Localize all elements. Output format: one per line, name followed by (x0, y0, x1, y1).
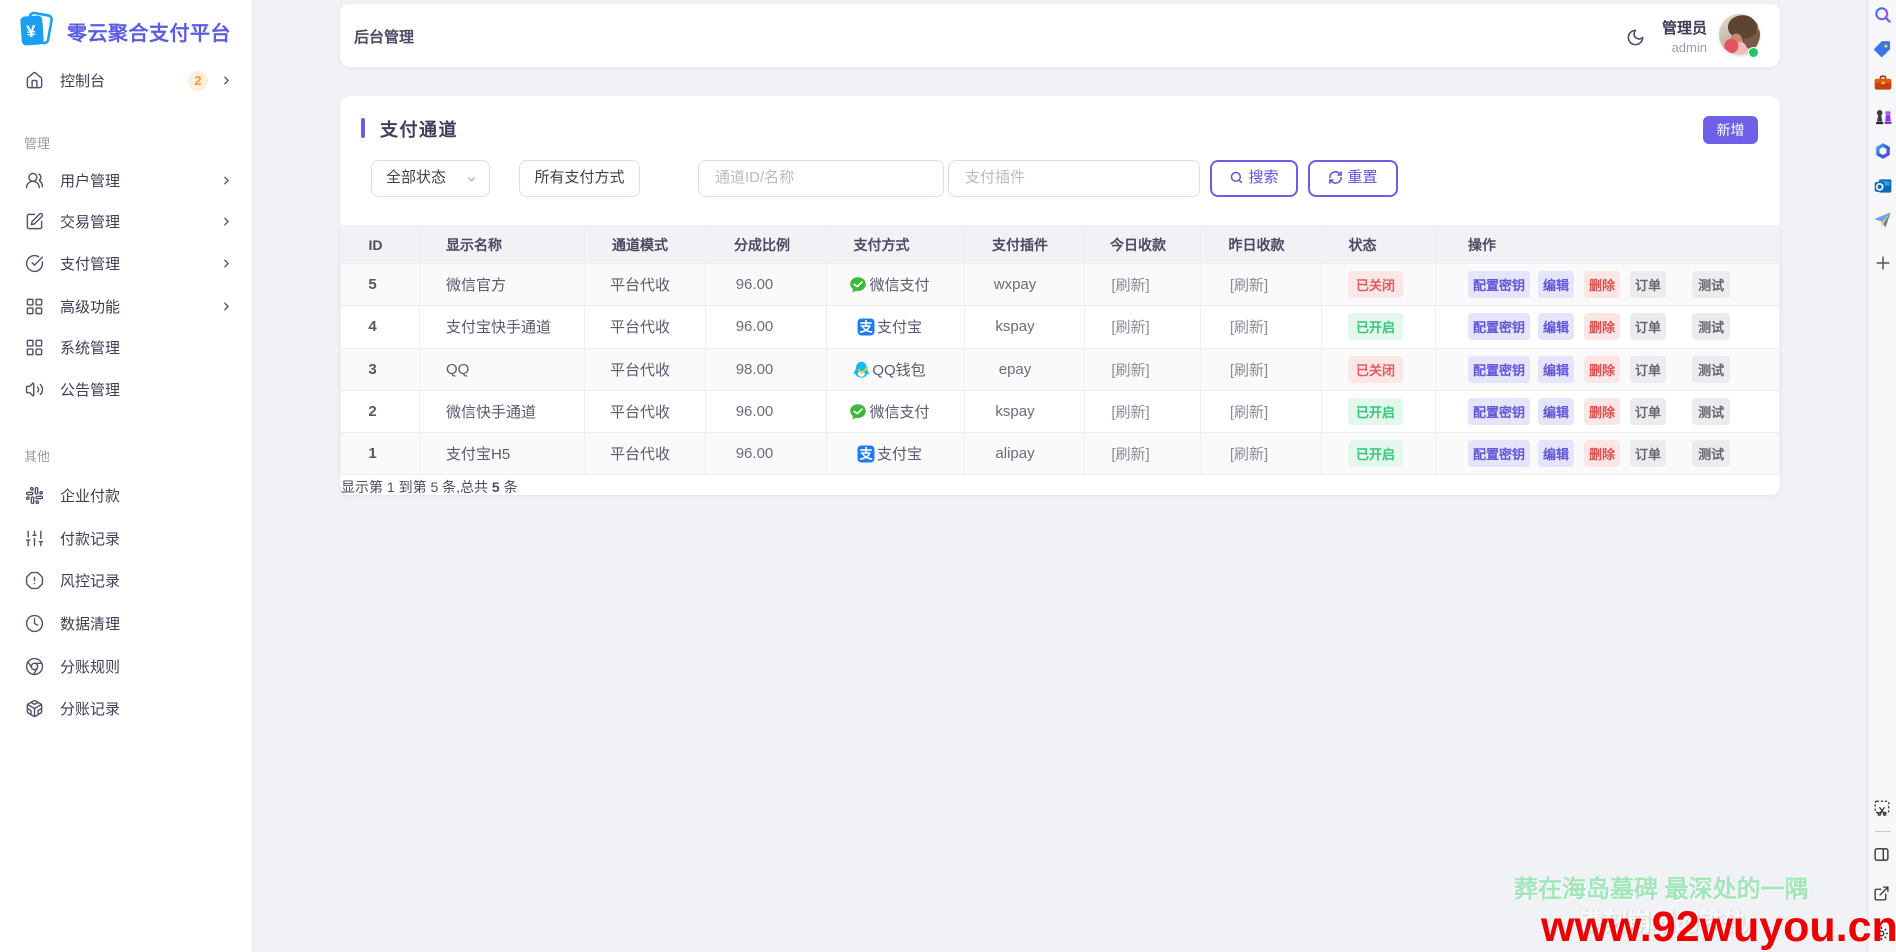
svg-text:支: 支 (858, 447, 873, 462)
svg-text:¥: ¥ (26, 22, 37, 42)
svg-text:支: 支 (858, 320, 873, 335)
